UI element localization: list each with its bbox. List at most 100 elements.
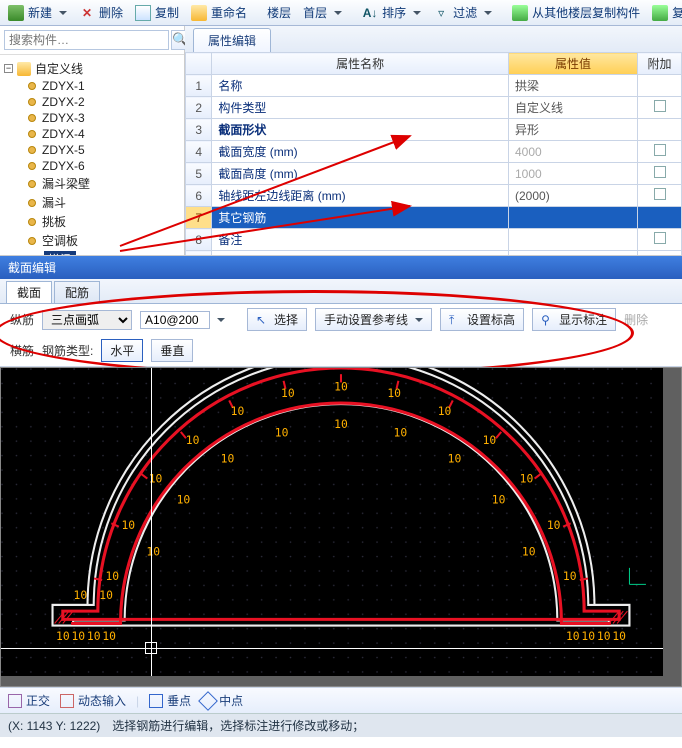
import-icon [512,5,528,21]
property-grid[interactable]: 属性名称 属性值 附加 1名称拱梁2构件类型自定义线3截面形状异形4截面宽度 (… [185,52,682,255]
rebar-code-input[interactable] [140,311,210,329]
snap-ortho[interactable]: 正交 [8,692,50,709]
svg-text:10: 10 [74,588,88,602]
label-rebar-type: 钢筋类型: [42,342,93,359]
set-elev-button[interactable]: 设置标高 [440,308,524,331]
tree-item[interactable]: ZDYX-6 [28,158,182,174]
floor-select[interactable]: 首层 [299,2,346,23]
property-row[interactable]: 9+其它属性 [186,251,682,256]
scrollbar-h[interactable] [1,676,681,686]
svg-text:10: 10 [483,433,497,447]
tree-item[interactable]: ZDYX-5 [28,142,182,158]
property-row[interactable]: 4截面宽度 (mm)4000 [186,141,682,163]
rebar-row-transverse: 横筋 钢筋类型: 水平 垂直 [0,335,682,366]
rename-button[interactable]: 重命名 [187,2,251,23]
svg-text:10: 10 [121,518,135,532]
new-button[interactable]: 新建 [4,2,71,23]
show-dim-button[interactable]: 显示标注 [532,308,616,331]
draw-mode-select[interactable]: 三点画弧 [42,310,132,330]
import-button[interactable]: 从其他楼层复制构件 [508,2,644,23]
tab-section[interactable]: 截面 [6,281,52,303]
snap-toolbar: 正交 动态输入 | 垂点 中点 [0,687,682,713]
horiz-button[interactable]: 水平 [101,339,143,362]
svg-text:10: 10 [563,569,577,583]
search-input[interactable] [4,30,169,50]
select-button[interactable]: 选择 [247,308,307,331]
svg-text:10: 10 [547,518,561,532]
snap-mid[interactable]: 中点 [201,692,243,709]
checkbox[interactable] [654,166,666,178]
tree-item-label: ZDYX-5 [42,143,85,157]
bullet-icon [28,82,36,90]
property-row[interactable]: 6轴线距左边线距离 (mm)(2000) [186,185,682,207]
svg-text:10: 10 [520,472,534,486]
svg-text:10: 10 [186,433,200,447]
drawing-svg: 1010101010101010101010101010101010101010… [1,368,681,677]
svg-text:10: 10 [566,629,580,643]
section-canvas[interactable]: 1010101010101010101010101010101010101010… [0,367,682,687]
tree-item-label: 漏斗梁壁 [42,175,90,192]
crosshair-h [1,648,681,649]
col-extra: 附加 [638,53,682,75]
svg-text:10: 10 [275,426,289,440]
checkbox[interactable] [654,100,666,112]
tree-item-label: 漏斗 [42,194,66,211]
tree-item[interactable]: 漏斗 [28,193,182,212]
tree-root[interactable]: − 自定义线 [2,59,182,78]
svg-text:10: 10 [334,380,348,394]
property-row[interactable]: 3截面形状异形 [186,119,682,141]
svg-text:10: 10 [612,629,626,643]
checkbox[interactable] [654,144,666,156]
svg-text:10: 10 [56,629,70,643]
tree-panel: 🔍 − 自定义线 ZDYX-1ZDYX-2ZDYX-3ZDYX-4ZDYX-5Z… [0,26,185,255]
tree-item[interactable]: ZDYX-4 [28,126,182,142]
folder-icon [17,62,31,76]
tree-item[interactable]: ZDYX-2 [28,94,182,110]
status-hint: 选择钢筋进行编辑，选择标注进行修改或移动； [112,717,364,734]
snap-perp[interactable]: 垂点 [149,692,191,709]
property-row[interactable]: 2构件类型自定义线 [186,97,682,119]
tree-item[interactable]: 空调板 [28,231,182,250]
svg-text:10: 10 [177,492,191,506]
property-row[interactable]: 8备注 [186,229,682,251]
tree-item-label: ZDYX-2 [42,95,85,109]
component-tree[interactable]: − 自定义线 ZDYX-1 ZDYX-2ZDYX-3ZDYX-4ZDYX-5ZDY… [0,55,184,255]
property-row[interactable]: 7其它钢筋 [186,207,682,229]
export-icon [652,5,668,21]
svg-text:10: 10 [102,629,116,643]
bullet-icon [28,130,36,138]
tree-item[interactable]: 漏斗梁壁 [28,174,182,193]
checkbox[interactable] [654,188,666,200]
property-row[interactable]: 5截面高度 (mm)1000 [186,163,682,185]
ref-line-button[interactable]: 手动设置参考线 [315,308,432,331]
delete-button[interactable]: ✕删除 [75,2,127,23]
filter-button[interactable]: ▿过滤 [429,2,496,23]
scrollbar-v[interactable] [663,368,681,686]
delete-rebar-button[interactable]: 删除 [624,311,648,328]
tree-root-label: 自定义线 [35,60,83,77]
tree-item[interactable]: 挑板 [28,212,182,231]
copyto-button[interactable]: 复制构件到 [648,2,682,23]
tree-item[interactable]: ZDYX-1 [28,78,182,94]
crosshair-v [151,368,152,686]
copy-icon [135,5,151,21]
copy-button[interactable]: 复制 [131,2,183,23]
svg-text:10: 10 [597,629,611,643]
sort-button[interactable]: A↓排序 [358,2,425,23]
section-editor-title: 截面编辑 [0,256,682,279]
tree-item[interactable]: 拱梁 [28,250,182,255]
tree-item[interactable]: ZDYX-3 [28,110,182,126]
tree-item-label: ZDYX-1 [42,79,85,93]
show-icon [541,313,555,327]
tab-rebar[interactable]: 配筋 [54,281,100,303]
property-row[interactable]: 1名称拱梁 [186,75,682,97]
bullet-icon [28,98,36,106]
svg-text:10: 10 [492,492,506,506]
dyn-icon [60,694,74,708]
collapse-icon[interactable]: − [4,64,13,73]
tab-property-edit[interactable]: 属性编辑 [193,28,271,52]
vert-button[interactable]: 垂直 [151,339,193,362]
checkbox[interactable] [654,232,666,244]
snap-dyn[interactable]: 动态输入 [60,692,126,709]
svg-text:10: 10 [522,544,536,558]
